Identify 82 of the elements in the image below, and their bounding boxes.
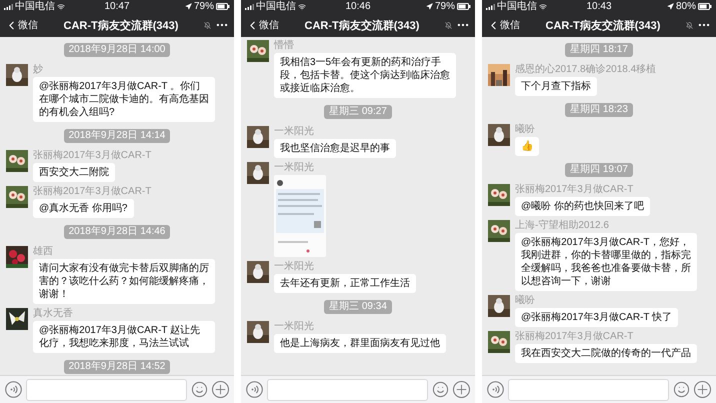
sender-name: 张丽梅2017年3月做CAR-T <box>515 184 634 196</box>
clock-time: 10:46 <box>345 0 371 12</box>
message-bubble: @真水无香 你用吗? <box>33 199 134 218</box>
timestamp: 2018年9月28日 14:46 <box>64 225 170 239</box>
timestamp: 星期四 18:23 <box>565 103 633 117</box>
location-icon <box>666 3 674 10</box>
sender-name: 真水无香 <box>33 308 73 320</box>
carrier-name: 中国电信 <box>497 0 537 12</box>
wifi-icon <box>57 2 65 10</box>
voice-icon[interactable] <box>5 381 22 398</box>
back-button[interactable]: 微信 <box>246 18 279 32</box>
emoji-icon[interactable] <box>191 381 208 398</box>
emoji-icon[interactable] <box>673 381 690 398</box>
chat-title: CAR-T病友交流群(343) <box>544 18 662 32</box>
plus-icon[interactable] <box>212 381 229 398</box>
timestamp: 星期三 09:34 <box>324 300 392 314</box>
message-bubble: 下个月查下指标 <box>515 77 597 96</box>
message-bubble: 我也坚信治愈是迟早的事 <box>274 139 396 158</box>
sender-name: 懵懵 <box>274 40 294 52</box>
message-bubble: @张丽梅2017年3月做CAR-T，您好，我刚进群，你的卡替哪里做的，指标完全缓解吗，我爸爸也准备要做卡替，所以想咨询一下，谢谢 <box>515 233 697 291</box>
wifi-icon <box>298 2 306 10</box>
wifi-icon <box>539 2 547 10</box>
battery-percent: 80% <box>676 0 696 12</box>
clock-time: 10:47 <box>104 0 130 12</box>
sender-name: 一米阳光 <box>274 261 314 273</box>
clock-time: 10:43 <box>586 0 612 12</box>
signal-icon <box>245 4 254 10</box>
chat-title: CAR-T病友交流群(343) <box>304 18 420 32</box>
signal-icon <box>486 4 495 10</box>
message-bubble: @张丽梅2017年3月做CAR-T 。你们在哪个城市二院做卡迪的。有高危基因的有机会入组吗? <box>33 77 215 122</box>
message-input[interactable] <box>267 378 428 400</box>
voice-icon[interactable] <box>246 381 263 398</box>
back-button[interactable]: 微信 <box>5 18 38 32</box>
location-icon <box>426 3 433 10</box>
timestamp: 星期四 19:07 <box>565 163 633 177</box>
signal-icon <box>4 4 13 10</box>
timestamp: 2018年9月28日 14:52 <box>64 360 170 374</box>
message-bubble: 去年还有更新，正常工作生活 <box>274 274 416 293</box>
message-bubble: @曦吩 你的药也快回来了吧 <box>515 197 650 216</box>
mute-icon <box>686 22 693 28</box>
sender-name: 一米阳光 <box>274 162 314 174</box>
plus-icon[interactable] <box>694 381 711 398</box>
chat-title: CAR-T病友交流群(343) <box>62 18 180 32</box>
battery-icon <box>698 3 712 10</box>
message-bubble: 👍 <box>515 137 539 156</box>
timestamp: 星期三 09:27 <box>324 105 392 119</box>
timestamp: 2018年9月28日 14:14 <box>64 129 170 143</box>
sender-name: 妙 <box>33 64 43 76</box>
location-icon <box>184 3 192 10</box>
message-bubble: 我相信3一5年会有更新的药和治疗手段，包括卡替。使这个病达到临床治愈或接近临床治愈。 <box>274 53 456 98</box>
message-bubble: 我在西安交大二院做的传奇的一代产品 <box>515 344 697 363</box>
voice-icon[interactable] <box>487 381 504 398</box>
sender-name: 一米阳光 <box>274 126 314 138</box>
message-bubble: @张丽梅2017年3月做CAR-T 赵让先化疗，我想吃来那度，马法兰试试 <box>33 321 215 353</box>
battery-percent: 79% <box>434 0 455 12</box>
message-bubble: 西安交大二附院 <box>33 163 115 182</box>
sender-name: 上海-守望相助2012.6 <box>515 220 609 232</box>
back-button[interactable]: 微信 <box>487 18 520 32</box>
sender-name: 雄西 <box>33 246 53 258</box>
emoji-icon[interactable] <box>432 381 449 398</box>
message-bubble: @张丽梅2017年3月做CAR-T 快了 <box>515 308 678 327</box>
timestamp: 2018年9月28日 14:00 <box>64 43 170 57</box>
carrier-name: 中国电信 <box>15 0 55 12</box>
message-input[interactable] <box>26 378 187 400</box>
plus-icon[interactable] <box>453 381 470 398</box>
timestamp: 星期四 18:17 <box>565 43 633 57</box>
sender-name: 张丽梅2017年3月做CAR-T <box>33 150 152 162</box>
sender-name: 曦吩 <box>515 124 535 136</box>
message-input[interactable] <box>508 378 669 400</box>
battery-icon <box>216 3 230 10</box>
mute-icon <box>204 22 211 28</box>
battery-percent: 79% <box>194 0 214 12</box>
message-bubble: 请问大家有没有做完卡替后双脚痛的厉害的？该吃什么药？如何能缓解疼痛，谢谢！ <box>33 259 215 304</box>
sender-name: 张丽梅2017年3月做CAR-T <box>33 186 152 198</box>
mute-icon <box>445 22 452 28</box>
battery-icon <box>457 3 471 10</box>
message-bubble: 他是上海病友，群里面病友有见过他 <box>274 334 446 353</box>
carrier-name: 中国电信 <box>256 0 296 12</box>
sender-name: 一米阳光 <box>274 321 314 333</box>
sender-name: 张丽梅2017年3月做CAR-T <box>515 331 634 343</box>
sender-name: 感恩的心2017.8确诊2018.4移植 <box>515 64 656 76</box>
sender-name: 曦吩 <box>515 295 535 307</box>
